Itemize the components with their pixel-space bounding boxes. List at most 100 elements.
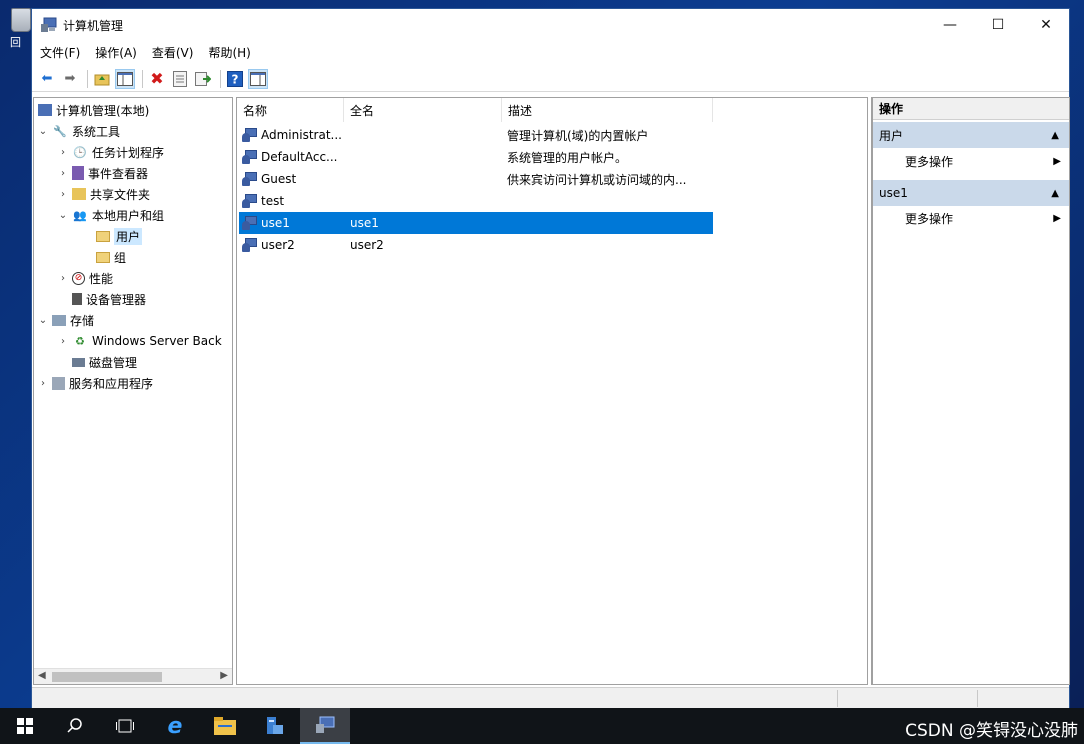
scroll-right-icon[interactable]: ▶ <box>220 670 228 681</box>
backup-icon: ♻ <box>75 334 85 348</box>
delete-icon[interactable]: ✖ <box>147 69 167 89</box>
chevron-right-icon[interactable]: › <box>56 336 70 347</box>
column-header-name[interactable]: 名称 <box>237 98 344 122</box>
tree-horizontal-scrollbar[interactable]: ◀ ▶ <box>34 668 232 684</box>
user-icon <box>242 193 258 209</box>
folder-icon <box>96 251 110 263</box>
server-manager-button[interactable] <box>250 708 300 744</box>
table-row-selected[interactable]: use1 use1 <box>239 212 713 234</box>
properties-icon[interactable] <box>170 69 190 89</box>
scrollbar-thumb[interactable] <box>52 672 162 682</box>
action-label: 更多操作 <box>905 211 954 226</box>
window-title: 计算机管理 <box>63 19 124 33</box>
tree-item-label: 计算机管理(本地) <box>56 103 150 118</box>
forward-icon[interactable]: ➡ <box>60 69 80 89</box>
svg-text:?: ? <box>232 72 239 86</box>
user-name: user2 <box>261 238 295 252</box>
file-explorer-button[interactable] <box>200 708 250 744</box>
tree-item-system-tools[interactable]: ⌄ 🔧 系统工具 <box>36 121 120 141</box>
more-actions-selected-user[interactable]: 更多操作 ▶ <box>873 206 1069 230</box>
tree-item-local-users-groups[interactable]: ⌄ 👥 本地用户和组 <box>56 205 164 225</box>
more-actions-users[interactable]: 更多操作 ▶ <box>873 149 1069 173</box>
folder-icon <box>96 230 110 242</box>
tree-item-label: 用户 <box>114 227 143 245</box>
tree-item-label: 设备管理器 <box>86 292 147 307</box>
computer-management-icon <box>41 17 57 32</box>
table-row[interactable]: test <box>239 190 713 212</box>
internet-explorer-icon: e <box>167 713 183 739</box>
start-button[interactable] <box>0 708 50 744</box>
search-button[interactable] <box>50 708 100 744</box>
device-manager-icon <box>72 293 82 305</box>
tree-item-performance[interactable]: › ⊘ 性能 <box>56 268 113 288</box>
chevron-right-icon[interactable]: › <box>56 273 70 284</box>
tree-item-label: 存储 <box>70 313 95 328</box>
tree-item-groups[interactable]: 组 <box>94 247 126 267</box>
chevron-down-icon[interactable]: ⌄ <box>36 126 50 137</box>
internet-explorer-button[interactable]: e <box>150 708 200 744</box>
table-row[interactable]: user2 user2 <box>239 234 713 256</box>
help-icon[interactable]: ? <box>225 69 245 89</box>
toolbar-separator <box>220 69 221 88</box>
user-fullname: use1 <box>350 216 379 230</box>
chevron-down-icon[interactable]: ⌄ <box>56 210 70 221</box>
user-icon <box>242 127 258 143</box>
chevron-right-icon[interactable]: › <box>56 189 70 200</box>
user-description: 管理计算机(域)的内置帐户 <box>507 128 649 143</box>
performance-icon: ⊘ <box>72 271 85 285</box>
chevron-down-icon[interactable]: ⌄ <box>36 315 50 326</box>
collapse-icon[interactable]: ▲ <box>1051 188 1059 199</box>
status-divider <box>977 690 978 707</box>
chevron-right-icon[interactable]: › <box>36 378 50 389</box>
close-button[interactable]: ✕ <box>1023 9 1069 40</box>
tree-item-label: 任务计划程序 <box>92 145 165 160</box>
tree-item-label: 性能 <box>89 271 114 286</box>
tree-item-windows-server-backup[interactable]: › ♻ Windows Server Back <box>56 331 222 351</box>
user-icon <box>242 215 258 231</box>
table-row[interactable]: DefaultAcc... 系统管理的用户帐户。 <box>239 146 713 168</box>
scroll-left-icon[interactable]: ◀ <box>38 670 46 681</box>
chevron-right-icon[interactable]: › <box>56 168 70 179</box>
show-hide-action-pane-icon[interactable] <box>248 68 268 89</box>
export-list-icon[interactable] <box>193 69 213 89</box>
action-label: 更多操作 <box>905 154 954 169</box>
tree-item-shared-folders[interactable]: › 共享文件夹 <box>56 184 150 204</box>
table-row[interactable]: Guest 供来宾访问计算机或访问域的内... <box>239 168 713 190</box>
actions-section-selected-user[interactable]: use1 ▲ <box>873 180 1069 206</box>
tree-item-event-viewer[interactable]: › 事件查看器 <box>56 163 148 183</box>
menu-file[interactable]: 文件(F) <box>40 44 80 61</box>
submenu-arrow-icon: ▶ <box>1053 212 1061 224</box>
menu-help[interactable]: 帮助(H) <box>208 44 250 61</box>
tree-item-task-scheduler[interactable]: › 🕒 任务计划程序 <box>56 142 164 162</box>
maximize-button[interactable]: ☐ <box>975 9 1021 40</box>
tree-item-root[interactable]: 计算机管理(本地) <box>36 100 149 120</box>
tree-item-services-apps[interactable]: › 服务和应用程序 <box>36 373 153 393</box>
task-view-button[interactable] <box>100 708 150 744</box>
users-list: 名称 全名 描述 Administrat... 管理计算机(域)的内置帐户 De… <box>236 97 868 685</box>
tree-item-disk-management[interactable]: 磁盘管理 <box>70 352 137 372</box>
title-bar[interactable]: 计算机管理 — ☐ ✕ <box>32 9 1069 40</box>
computer-management-taskbar-button[interactable] <box>300 708 350 744</box>
user-description: 系统管理的用户帐户。 <box>507 150 628 165</box>
column-header-fullname[interactable]: 全名 <box>344 98 502 122</box>
table-row[interactable]: Administrat... 管理计算机(域)的内置帐户 <box>239 124 713 146</box>
up-folder-icon[interactable] <box>92 69 112 89</box>
collapse-icon[interactable]: ▲ <box>1051 130 1059 141</box>
show-hide-console-tree-icon[interactable] <box>115 68 135 89</box>
menu-action[interactable]: 操作(A) <box>95 44 137 61</box>
actions-section-users[interactable]: 用户 ▲ <box>873 122 1069 148</box>
minimize-button[interactable]: — <box>927 9 973 40</box>
tree-item-storage[interactable]: ⌄ 存储 <box>36 310 94 330</box>
column-header-description[interactable]: 描述 <box>502 98 713 122</box>
back-icon[interactable]: ⬅ <box>37 69 57 89</box>
recycle-bin-icon[interactable]: 回 <box>10 6 32 52</box>
status-divider <box>837 690 838 707</box>
chevron-right-icon[interactable]: › <box>56 147 70 158</box>
task-view-icon <box>116 719 134 733</box>
recycle-bin-label: 回 <box>10 36 21 49</box>
event-log-icon <box>72 166 84 180</box>
tree-item-users[interactable]: 用户 <box>94 226 143 246</box>
menu-view[interactable]: 查看(V) <box>152 44 194 61</box>
tools-icon: 🔧 <box>53 124 67 138</box>
tree-item-device-manager[interactable]: 设备管理器 <box>70 289 146 309</box>
